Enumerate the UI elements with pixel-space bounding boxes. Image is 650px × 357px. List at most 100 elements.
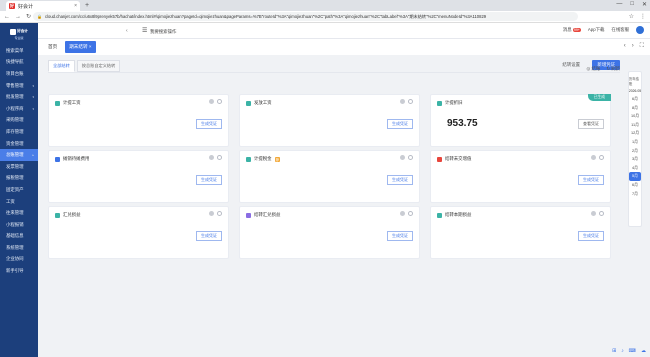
new-tab-button[interactable]: + <box>85 1 89 11</box>
collapse-sidebar-icon[interactable]: ‹ <box>126 28 128 34</box>
sidebar-item[interactable]: 发票管理 <box>0 161 38 173</box>
online-service-button[interactable]: 在线客服 <box>611 27 629 33</box>
bookmark-icon[interactable]: ☆ <box>629 13 634 20</box>
sidebar-item[interactable]: 固定资产 <box>0 184 38 196</box>
generate-voucher-button[interactable]: 生成凭证 <box>387 119 413 129</box>
select-radio[interactable] <box>217 211 222 216</box>
sidebar-item[interactable]: 小程序商 ▾ <box>0 103 38 115</box>
browser-menu-icon[interactable]: ⋮ <box>640 13 646 20</box>
rail-month[interactable]: 6月 <box>629 181 641 190</box>
sidebar-item[interactable]: 小程报销 <box>0 219 38 231</box>
fullscreen-icon[interactable]: ⛶ <box>640 43 644 50</box>
chevron-icon: ▾ <box>32 106 34 111</box>
address-bar: ← → ↻ 🔒 cloud.chanjet.com/cc/u6x8l9preny… <box>0 11 650 23</box>
favicon-icon: 好 <box>9 3 15 9</box>
generate-voucher-button[interactable]: 生成凭证 <box>196 119 222 129</box>
generate-voucher-button[interactable]: 生成凭证 <box>578 175 604 185</box>
select-radio[interactable] <box>599 211 604 216</box>
card-title: 计提工资 <box>55 100 81 106</box>
sidebar-item[interactable]: 快捷导航 <box>0 57 38 69</box>
close-period-button[interactable]: ◎ 结账 <box>586 66 600 72</box>
sidebar-item[interactable]: 采购管理 <box>0 115 38 127</box>
select-radio[interactable] <box>599 155 604 160</box>
rail-month[interactable]: 3月 <box>629 155 641 164</box>
app-download-button[interactable]: App下载 <box>588 27 605 33</box>
rail-month[interactable]: 11月 <box>629 121 641 130</box>
generate-voucher-button[interactable]: 生成凭证 <box>387 175 413 185</box>
header-search[interactable]: 我要搜索操作 <box>150 29 176 35</box>
generate-voucher-button[interactable]: 生成凭证 <box>578 231 604 241</box>
close-window-icon[interactable]: ✕ <box>642 1 647 8</box>
url-field[interactable]: 🔒 cloud.chanjet.com/cc/u6x8l9prenyek57b/… <box>33 12 578 21</box>
sidebar-item[interactable]: 项目台账 <box>0 68 38 80</box>
tabs-prev-icon[interactable]: ‹ <box>624 43 626 50</box>
chevron-icon: ▾ <box>32 95 34 100</box>
rail-month[interactable]: 5月 <box>629 172 641 181</box>
tabs-next-icon[interactable]: › <box>632 43 634 50</box>
keyboard-icon[interactable]: ⌨ <box>629 348 636 354</box>
message-button[interactable]: 消息 99+ <box>563 27 581 33</box>
sidebar-item[interactable]: 资金管理 <box>0 138 38 150</box>
sidebar-item[interactable]: 往来管理 <box>0 207 38 219</box>
avatar[interactable] <box>636 26 644 34</box>
settings-icon[interactable] <box>591 211 596 216</box>
cloud-icon[interactable]: ☁ <box>641 348 646 354</box>
minimize-icon[interactable]: — <box>616 1 622 8</box>
sidebar-item[interactable]: 系统管理 <box>0 242 38 254</box>
settings-icon[interactable] <box>209 99 214 104</box>
card-type-icon <box>437 100 442 106</box>
refresh-button[interactable]: ↻ 刷新 <box>606 66 620 72</box>
status-ribbon: 已生成 <box>587 94 611 101</box>
select-radio[interactable] <box>408 211 413 216</box>
select-radio[interactable] <box>408 99 413 104</box>
generate-voucher-button[interactable]: 生成凭证 <box>387 231 413 241</box>
browser-tab[interactable]: 好 好会计 × <box>6 1 80 11</box>
generate-voucher-button[interactable]: 生成凭证 <box>196 175 222 185</box>
subtab-custom[interactable]: 按总账自定义结转 <box>76 60 121 72</box>
rail-month[interactable]: 2月 <box>629 147 641 156</box>
windows-icon[interactable]: ⊞ <box>612 348 616 354</box>
sidebar-item-label: 批发管理 <box>6 94 24 100</box>
settings-icon[interactable] <box>400 99 405 104</box>
subtab-all[interactable]: 全部结转 <box>48 60 75 72</box>
back-icon[interactable]: ← <box>4 14 10 20</box>
view-voucher-button[interactable]: 查看凭证 <box>578 119 604 129</box>
select-radio[interactable] <box>217 99 222 104</box>
settings-icon[interactable] <box>400 155 405 160</box>
sidebar-item[interactable]: 总账管理 ▸ <box>0 149 38 161</box>
maximize-icon[interactable]: □ <box>630 1 634 8</box>
sidebar-item[interactable]: 库存管理 <box>0 126 38 138</box>
sidebar-item[interactable]: 工资 <box>0 196 38 208</box>
rail-month[interactable]: 8月 <box>629 104 641 113</box>
sidebar-item[interactable]: 报税管理 <box>0 173 38 185</box>
close-tab-icon[interactable]: × <box>74 3 77 9</box>
select-radio[interactable] <box>217 155 222 160</box>
sidebar-item[interactable]: 零售管理 ▾ <box>0 80 38 92</box>
generate-voucher-button[interactable]: 生成凭证 <box>196 231 222 241</box>
sidebar-item[interactable]: 企业协同 <box>0 254 38 266</box>
menu-icon[interactable]: ☰ <box>142 27 147 34</box>
settings-icon[interactable] <box>591 155 596 160</box>
card-title-text: 结转本期损益 <box>445 212 472 217</box>
rail-month[interactable]: 1月 <box>629 138 641 147</box>
settings-icon[interactable] <box>209 211 214 216</box>
sidebar-item[interactable]: 基础信息 <box>0 231 38 243</box>
forward-icon[interactable]: → <box>15 14 21 20</box>
rail-month[interactable]: 4月 <box>629 164 641 173</box>
rail-month[interactable]: 6月 <box>629 95 641 104</box>
sidebar-item[interactable]: 新手引导 <box>0 265 38 277</box>
settings-icon[interactable] <box>209 155 214 160</box>
rail-month[interactable]: 7月 <box>629 190 641 199</box>
rail-month[interactable]: 10月 <box>629 112 641 121</box>
reload-icon[interactable]: ↻ <box>26 13 31 20</box>
rail-month[interactable]: 12月 <box>629 129 641 138</box>
select-radio[interactable] <box>408 155 413 160</box>
tab-home[interactable]: 首页 <box>44 41 61 53</box>
sidebar-item[interactable]: 搜索菜单 <box>0 45 38 57</box>
settings-link[interactable]: 结转设置 <box>562 62 580 68</box>
settings-icon[interactable] <box>400 211 405 216</box>
sound-icon[interactable]: ♪ <box>621 348 624 354</box>
sidebar-item[interactable]: 批发管理 ▾ <box>0 91 38 103</box>
card-title-text: 结转汇兑损益 <box>254 212 281 217</box>
tab-period-end[interactable]: 期末结转 × <box>65 41 96 53</box>
